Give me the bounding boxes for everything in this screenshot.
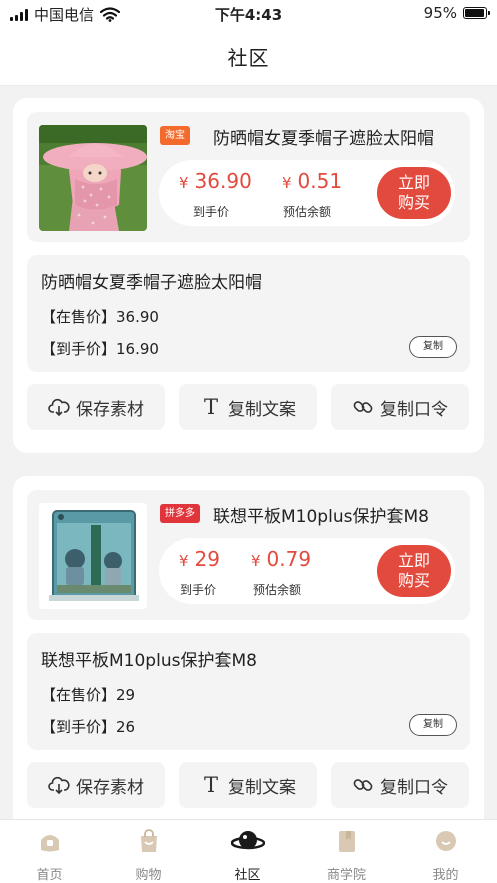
page-title: 社区	[227, 46, 270, 70]
copy-button[interactable]: 复制	[409, 714, 457, 736]
copy-password-label: 复制口令	[380, 399, 448, 420]
cloud-download-icon	[48, 774, 70, 796]
save-material-button[interactable]: 保存素材	[27, 384, 165, 430]
sale-price-line: 【在售价】29	[41, 686, 136, 704]
tab-shopping[interactable]: 购物	[99, 820, 198, 883]
save-material-label: 保存素材	[76, 399, 144, 420]
nav-bar: 社区	[0, 28, 497, 86]
copy-copywriting-button[interactable]: T 复制文案	[179, 762, 317, 808]
action-row: 保存素材 T 复制文案 复制口令	[27, 384, 470, 430]
copy-text-box: 防晒帽女夏季帽子遮脸太阳帽 【在售价】36.90 【到手价】16.90 复制	[27, 255, 470, 372]
tab-community[interactable]: 社区	[198, 820, 297, 883]
final-price: ¥29	[179, 547, 220, 571]
tab-home[interactable]: 首页	[0, 820, 99, 883]
link-icon	[352, 774, 374, 796]
final-price-line: 【到手价】26	[41, 718, 136, 736]
text-icon: T	[203, 773, 218, 797]
platform-badge-pinduoduo: 拼多多	[160, 504, 200, 523]
status-bar: 中国电信 下午4:43 95%	[0, 0, 497, 28]
tab-profile[interactable]: 我的	[396, 820, 495, 883]
copy-copywriting-button[interactable]: T 复制文案	[179, 384, 317, 430]
price-panel: ¥29 到手价 ¥0.79 预估余额 立即购买	[159, 538, 455, 604]
copy-copywriting-label: 复制文案	[228, 399, 296, 420]
buy-now-button[interactable]: 立即购买	[377, 545, 451, 597]
battery-percent: 95%	[423, 4, 457, 22]
profile-icon	[436, 831, 456, 851]
final-price-line: 【到手价】16.90	[41, 340, 159, 358]
currency-symbol: ¥	[179, 552, 189, 570]
estimated-earning-label: 预估余额	[283, 205, 332, 219]
tab-business-school[interactable]: 商学院	[297, 820, 396, 883]
shopping-bag-icon	[141, 829, 157, 852]
product-title[interactable]: 防晒帽女夏季帽子遮脸太阳帽	[213, 124, 463, 149]
product-card[interactable]: 淘宝 防晒帽女夏季帽子遮脸太阳帽 ¥36.90 到手价 ¥0.51 预估余额 立…	[27, 112, 470, 242]
save-material-button[interactable]: 保存素材	[27, 762, 165, 808]
product-image[interactable]	[39, 125, 147, 231]
estimated-earning: ¥0.51	[282, 169, 342, 193]
copy-password-button[interactable]: 复制口令	[331, 762, 469, 808]
copy-password-button[interactable]: 复制口令	[331, 384, 469, 430]
tab-home-label: 首页	[36, 868, 63, 883]
product-image[interactable]	[39, 503, 147, 609]
action-row: 保存素材 T 复制文案 复制口令	[27, 762, 470, 808]
tab-shopping-label: 购物	[135, 868, 162, 883]
copy-text-title: 联想平板M10plus保护套M8	[41, 651, 257, 671]
estimated-earning-value: 0.79	[266, 547, 312, 571]
book-icon	[339, 831, 355, 852]
community-feed[interactable]: 淘宝 防晒帽女夏季帽子遮脸太阳帽 ¥36.90 到手价 ¥0.51 预估余额 立…	[0, 86, 497, 819]
tab-community-label: 社区	[234, 868, 261, 883]
battery-icon	[463, 7, 490, 19]
estimated-earning-value: 0.51	[297, 169, 343, 193]
sun-hat-product-image	[39, 125, 147, 231]
cloud-download-icon	[48, 396, 70, 418]
final-price-value: 36.90	[194, 169, 252, 193]
post-card: 拼多多 联想平板M10plus保护套M8 ¥29 到手价 ¥0.79 预估余额 …	[13, 476, 484, 819]
buy-now-label: 立即购买	[397, 173, 430, 212]
estimated-earning-label: 预估余额	[253, 583, 302, 597]
tab-business-school-label: 商学院	[326, 868, 366, 883]
copy-text-box: 联想平板M10plus保护套M8 【在售价】29 【到手价】26 复制	[27, 633, 470, 750]
final-price-label: 到手价	[193, 205, 230, 219]
currency-symbol: ¥	[251, 552, 261, 570]
buy-now-button[interactable]: 立即购买	[377, 167, 451, 219]
buy-now-label: 立即购买	[397, 551, 430, 590]
product-title[interactable]: 联想平板M10plus保护套M8	[213, 502, 463, 527]
post-card: 淘宝 防晒帽女夏季帽子遮脸太阳帽 ¥36.90 到手价 ¥0.51 预估余额 立…	[13, 98, 484, 453]
planet-icon	[231, 831, 265, 850]
currency-symbol: ¥	[179, 174, 189, 192]
link-icon	[352, 396, 374, 418]
final-price: ¥36.90	[179, 169, 252, 193]
currency-symbol: ¥	[282, 174, 292, 192]
save-material-label: 保存素材	[76, 777, 144, 798]
sale-price-line: 【在售价】36.90	[41, 308, 159, 326]
copy-copywriting-label: 复制文案	[228, 777, 296, 798]
copy-button[interactable]: 复制	[409, 336, 457, 358]
home-icon	[41, 835, 59, 852]
final-price-value: 29	[194, 547, 220, 571]
bottom-tab-bar: 首页 购物 社区 商学院 我的	[0, 819, 497, 883]
text-icon: T	[203, 395, 218, 419]
battery-group: 95%	[423, 4, 490, 22]
platform-badge-taobao: 淘宝	[160, 126, 190, 145]
copy-text-title: 防晒帽女夏季帽子遮脸太阳帽	[41, 273, 262, 293]
status-time: 下午4:43	[214, 6, 283, 24]
tab-profile-label: 我的	[432, 868, 459, 883]
product-card[interactable]: 拼多多 联想平板M10plus保护套M8 ¥29 到手价 ¥0.79 预估余额 …	[27, 490, 470, 620]
tablet-case-product-image	[39, 503, 147, 609]
final-price-label: 到手价	[180, 583, 217, 597]
battery-fill	[465, 9, 484, 17]
copy-password-label: 复制口令	[380, 777, 448, 798]
price-panel: ¥36.90 到手价 ¥0.51 预估余额 立即购买	[159, 160, 455, 226]
estimated-earning: ¥0.79	[251, 547, 311, 571]
